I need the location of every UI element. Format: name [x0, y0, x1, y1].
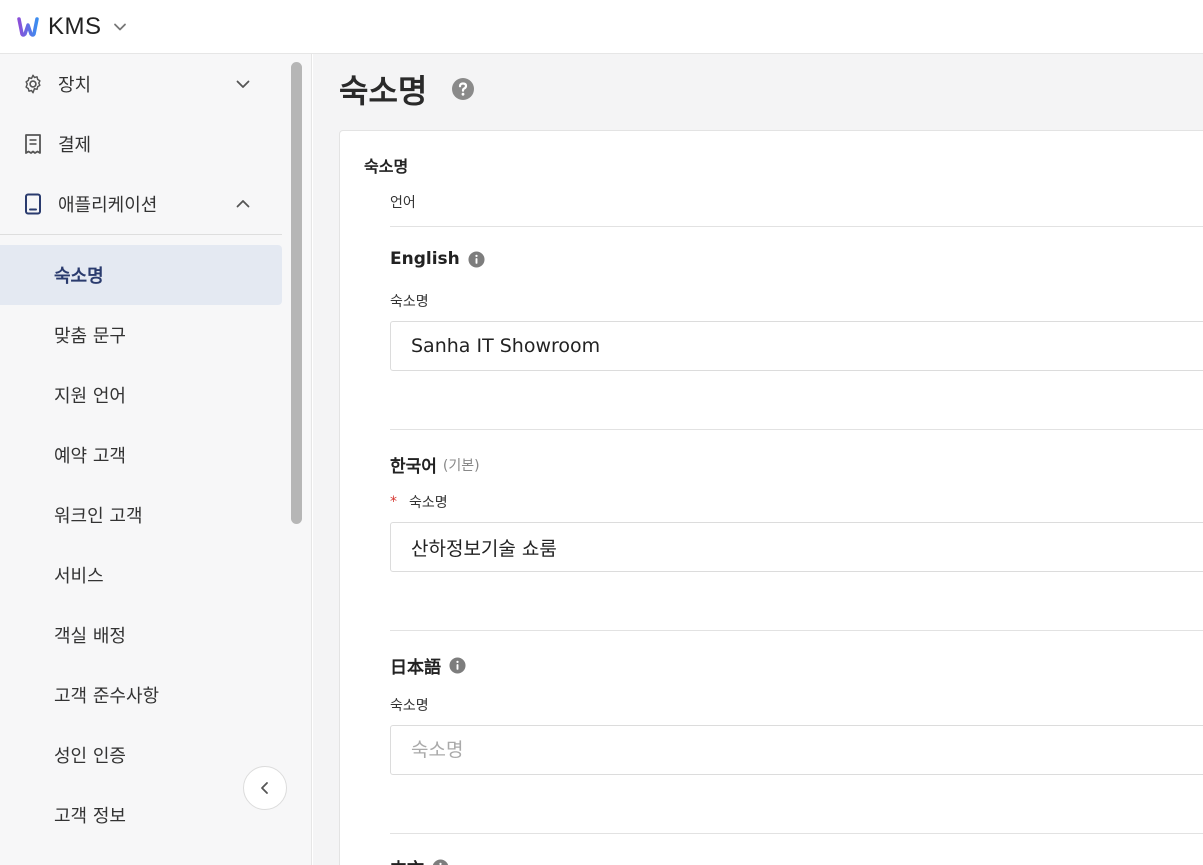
- sidebar-scrollbar[interactable]: [291, 62, 302, 524]
- language-name: English: [390, 249, 460, 269]
- sidebar-group-device[interactable]: 장치: [0, 54, 282, 114]
- language-title-korean: 한국어 (기본): [390, 452, 480, 477]
- language-title-chinese: 中文: [390, 855, 449, 865]
- required-marker: *: [390, 494, 397, 510]
- tablet-icon: [22, 193, 44, 215]
- sidebar-item-services[interactable]: 서비스: [0, 545, 282, 605]
- sidebar-item-walkin-guests[interactable]: 워크인 고객: [0, 485, 282, 545]
- help-icon[interactable]: [451, 77, 475, 101]
- sidebar-collapse-button[interactable]: [243, 766, 287, 810]
- property-name-input-english[interactable]: [390, 321, 1203, 371]
- gear-icon: [22, 73, 44, 95]
- sidebar-group-label: 애플리케이션: [58, 195, 158, 216]
- field-label: 숙소명: [409, 495, 448, 511]
- language-name: 中文: [390, 855, 424, 865]
- sidebar-item-adult-verification[interactable]: 성인 인증: [0, 725, 282, 785]
- sidebar-group-payment[interactable]: 결제: [0, 114, 282, 174]
- field-label: 숙소명: [390, 294, 429, 310]
- language-column-label: 언어: [390, 195, 416, 211]
- property-name-input-korean[interactable]: [390, 522, 1203, 572]
- chevron-up-icon: [236, 200, 250, 208]
- sidebar-item-property-name[interactable]: 숙소명: [0, 245, 282, 305]
- divider: [390, 833, 1203, 834]
- sidebar-group-application[interactable]: 애플리케이션: [0, 174, 282, 234]
- page-header: 숙소명: [339, 66, 475, 112]
- divider: [390, 630, 1203, 631]
- default-badge: (기본): [442, 457, 480, 474]
- sidebar-group-label: 장치: [58, 75, 92, 96]
- language-name: 日本語: [390, 658, 441, 678]
- page-title: 숙소명: [339, 72, 428, 110]
- divider: [390, 226, 1203, 227]
- sidebar-group-label: 결제: [58, 135, 92, 156]
- divider: [390, 429, 1203, 430]
- info-icon[interactable]: [468, 250, 485, 268]
- field-label-required: * 숙소명: [390, 492, 448, 512]
- language-name: 한국어: [390, 457, 437, 477]
- chevron-down-icon: [236, 80, 250, 88]
- kms-logo-icon: [17, 16, 39, 37]
- sidebar-item-reserved-guests[interactable]: 예약 고객: [0, 425, 282, 485]
- property-name-input-japanese[interactable]: [390, 725, 1203, 775]
- sidebar-item-supported-languages[interactable]: 지원 언어: [0, 365, 282, 425]
- language-title-english: English: [390, 249, 485, 269]
- sidebar-item-guest-info[interactable]: 고객 정보: [0, 785, 282, 845]
- field-label: 숙소명: [390, 698, 429, 714]
- sidebar-item-guest-rules[interactable]: 고객 준수사항: [0, 665, 282, 725]
- sidebar-item-custom-text[interactable]: 맞춤 문구: [0, 305, 282, 365]
- sidebar-sub-menu: 숙소명 맞춤 문구 지원 언어 예약 고객 워크인 고객 서비스 객실 배정 고…: [0, 235, 282, 845]
- info-icon[interactable]: [449, 657, 466, 674]
- sidebar: 장치 결제 애플리케이션 숙소명 맞춤 문구 지원 언어 예약 고객 워크인 고…: [0, 54, 312, 865]
- top-bar: KMS: [0, 0, 1203, 54]
- card-title: 숙소명: [364, 157, 409, 176]
- property-name-card: 숙소명 언어 English 숙소명 한국어 (기본) * 숙소명 日本語: [339, 130, 1203, 865]
- sidebar-item-room-assignment[interactable]: 객실 배정: [0, 605, 282, 665]
- main-content: 숙소명 숙소명 언어 English 숙소명 한국어 (기본) *: [313, 54, 1203, 865]
- chevron-down-icon[interactable]: [112, 19, 128, 35]
- info-icon[interactable]: [432, 859, 449, 865]
- language-title-japanese: 日本語: [390, 653, 466, 678]
- receipt-icon: [22, 133, 44, 155]
- app-name[interactable]: KMS: [48, 13, 102, 41]
- chevron-left-icon: [261, 782, 268, 794]
